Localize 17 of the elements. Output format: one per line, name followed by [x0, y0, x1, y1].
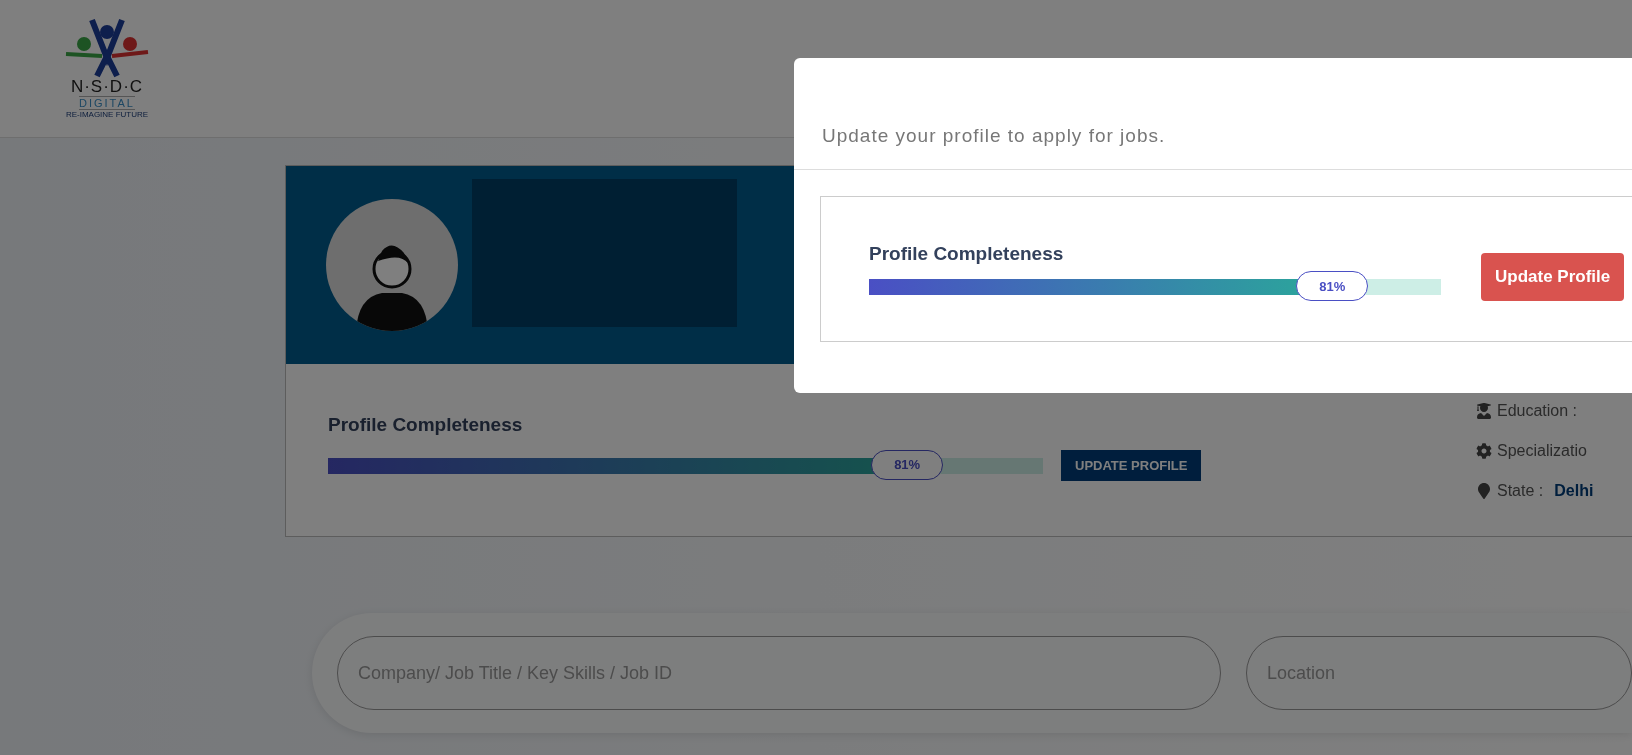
gear-icon [1476, 443, 1492, 459]
detail-label: State : [1497, 482, 1544, 500]
graduate-icon [1476, 403, 1492, 419]
percent-badge: 81% [871, 449, 944, 480]
logo-subtitle: DIGITAL [79, 95, 135, 110]
modal-message: Update your profile to apply for jobs. [794, 58, 1632, 170]
detail-label: Education : [1497, 402, 1578, 420]
update-profile-button[interactable]: Update Profile [1481, 253, 1625, 301]
update-profile-button[interactable]: UPDATE PROFILE [1061, 450, 1202, 481]
map-pin-icon [1476, 483, 1492, 499]
detail-label: Specializatio [1497, 442, 1587, 460]
completeness-title: Profile Completeness [869, 243, 1065, 265]
completeness-title: Profile Completeness [328, 414, 524, 436]
logo-tagline: RE-IMAGINE FUTURE [65, 109, 149, 120]
logo-text: N·S·D·C [70, 77, 144, 96]
percent-badge: 81% [1296, 271, 1369, 301]
detail-value: Delhi [1554, 482, 1594, 500]
